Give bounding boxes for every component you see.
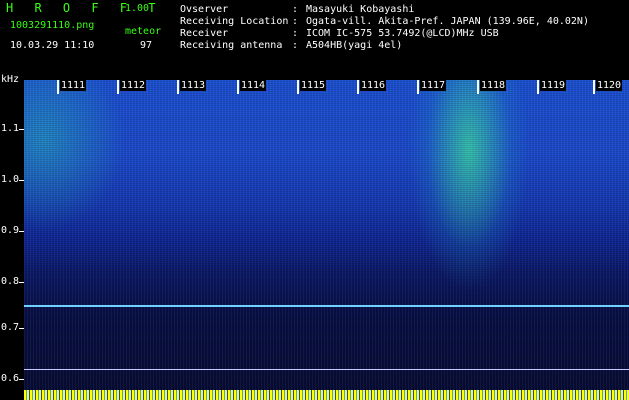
time-tick-mark <box>117 80 119 94</box>
time-tick-label: 1118 <box>480 80 507 91</box>
time-tick-label: 1113 <box>180 80 207 91</box>
observer-label: Ovserver <box>180 4 229 15</box>
time-tick-label: 1116 <box>360 80 387 91</box>
time-tick-label: 1111 <box>60 80 87 91</box>
y-tick-mark <box>19 282 24 283</box>
signal-level-strip <box>24 390 629 400</box>
mode-label: meteor <box>125 26 162 37</box>
spectrogram-noise <box>24 80 629 390</box>
time-tick-mark <box>477 80 479 94</box>
time-tick-label: 1117 <box>420 80 447 91</box>
receiver-value: ICOM IC-575 53.7492(@LCD)MHz USB <box>306 28 499 39</box>
hroft-spectrogram-window: H R O F F T 1.00 1003291110.png meteor 1… <box>0 0 629 400</box>
time-tick-mark <box>297 80 299 94</box>
time-tick-mark <box>417 80 419 94</box>
frequency-unit-label: kHz <box>1 74 20 85</box>
y-tick-label: 0.8 <box>1 276 20 287</box>
time-tick-label: 1115 <box>300 80 327 91</box>
file-name: 1003291110.png <box>10 20 95 31</box>
time-tick-mark <box>177 80 179 94</box>
reference-line <box>24 369 629 370</box>
time-tick-mark <box>237 80 239 94</box>
time-tick-mark <box>357 80 359 94</box>
receiver-label: Receiver <box>180 28 229 39</box>
y-tick-mark <box>19 231 24 232</box>
observer-separator: : <box>292 4 299 15</box>
time-tick-label: 1114 <box>240 80 267 91</box>
time-tick-label: 1119 <box>540 80 567 91</box>
antenna-separator: : <box>292 40 299 51</box>
y-tick-label: 0.9 <box>1 225 20 236</box>
time-tick-mark <box>57 80 59 94</box>
y-tick-mark <box>19 328 24 329</box>
y-tick-label: 0.7 <box>1 322 20 333</box>
carrier-line <box>24 305 629 307</box>
location-label: Receiving Location <box>180 16 289 27</box>
time-tick-label: 1120 <box>596 80 623 91</box>
time-tick-mark <box>537 80 539 94</box>
y-tick-mark <box>19 180 24 181</box>
y-tick-mark <box>19 379 24 380</box>
y-tick-label: 1.1 <box>1 123 20 134</box>
antenna-value: A504HB(yagi 4el) <box>306 40 403 51</box>
time-tick-mark <box>593 80 595 94</box>
receiver-separator: : <box>292 28 299 39</box>
spectrogram-image <box>24 80 629 390</box>
location-value: Ogata-vill. Akita-Pref. JAPAN (139.96E, … <box>306 16 589 27</box>
y-tick-label: 1.0 <box>1 174 20 185</box>
observer-value: Masayuki Kobayashi <box>306 4 415 15</box>
antenna-label: Receiving antenna <box>180 40 283 51</box>
app-version: 1.00 <box>125 3 150 14</box>
location-separator: : <box>292 16 299 27</box>
y-tick-label: 0.6 <box>1 373 20 384</box>
time-tick-label: 1112 <box>120 80 147 91</box>
datetime: 10.03.29 11:10 <box>10 40 95 51</box>
y-tick-mark <box>19 129 24 130</box>
detection-count: 97 <box>140 40 153 51</box>
